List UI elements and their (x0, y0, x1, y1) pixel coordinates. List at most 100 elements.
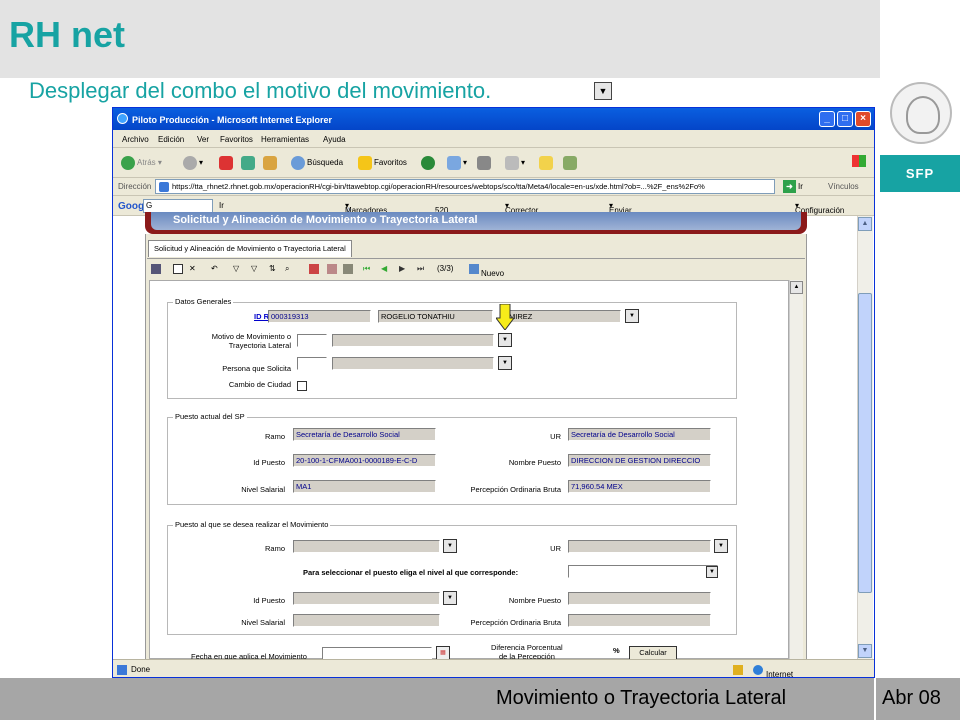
tab-solicitud[interactable]: Solicitud y Alineación de Movimiento o T… (148, 240, 352, 257)
percepcion-actual-field[interactable]: 71,960.54 MEX (568, 480, 711, 493)
spellcheck-button[interactable]: Corrector ortográfico ▾ (505, 201, 543, 224)
filter-clear-icon[interactable]: ▽ (251, 264, 257, 273)
send-to-button[interactable]: Enviar a ▾ (609, 201, 632, 224)
back-button[interactable]: Atrás ▾ (121, 154, 162, 172)
refresh-button[interactable] (241, 154, 257, 172)
menu-archivo[interactable]: Archivo (122, 135, 149, 144)
id-puesto-nuevo-field[interactable] (293, 592, 440, 605)
status-bar: Done Internet (113, 659, 874, 677)
google-go-button[interactable]: Ir (219, 201, 224, 210)
id-puesto-nuevo-dropdown-button[interactable]: ▼ (443, 591, 457, 605)
ramo-nuevo-dropdown-button[interactable]: ▼ (443, 539, 457, 553)
lastname-field[interactable]: AMIREZ (501, 310, 621, 323)
ur-nuevo-dropdown-button[interactable]: ▼ (714, 539, 728, 553)
undo-icon[interactable]: ↶ (211, 264, 218, 273)
address-bar: Dirección https://tta_rhnet2.rhnet.gob.m… (113, 178, 874, 196)
calendar-icon[interactable]: ▦ (436, 646, 450, 660)
slide-footer (0, 678, 960, 720)
last-record-icon[interactable]: ⏭ (417, 264, 424, 274)
name-dropdown-button[interactable]: ▼ (625, 309, 639, 323)
ur-actual-field[interactable]: Secretaría de Desarrollo Social (568, 428, 711, 441)
close-button[interactable]: × (855, 111, 871, 127)
home-button[interactable] (263, 154, 279, 172)
mail-icon (447, 155, 461, 170)
mail-button[interactable]: ▾ (447, 154, 467, 172)
window-titlebar: Piloto Producción - Microsoft Internet E… (113, 108, 874, 130)
favorites-button[interactable]: Favoritos (358, 154, 407, 172)
nivel-actual-field[interactable]: MA1 (293, 480, 436, 493)
minimize-button[interactable]: _ (819, 111, 835, 127)
copy-icon[interactable] (327, 264, 337, 274)
next-record-icon[interactable]: ▶ (399, 264, 405, 273)
calcular-button[interactable]: Calcular (629, 646, 677, 660)
motivo-label-1: Motivo de Movimiento o (211, 332, 291, 341)
ramo-nuevo-field[interactable] (293, 540, 440, 553)
settings-button[interactable]: Configuración ▾ (795, 201, 844, 215)
forward-button[interactable]: ▾ (183, 154, 203, 172)
motivo-description-field[interactable] (332, 334, 494, 347)
history-button[interactable] (421, 154, 437, 172)
messenger-button[interactable] (563, 154, 579, 172)
nivel-actual-label: Nivel Salarial (241, 485, 285, 494)
links-button[interactable]: Vínculos (828, 182, 859, 191)
edit-button[interactable]: ▾ (505, 154, 525, 172)
address-label: Dirección (118, 182, 152, 191)
url-input[interactable]: https://tta_rhnet2.rhnet.gob.mx/operacio… (155, 179, 775, 194)
grid-icon[interactable] (151, 264, 161, 274)
menu-favoritos[interactable]: Favoritos (220, 135, 253, 144)
paste-icon[interactable] (343, 264, 353, 274)
page-scroll-thumb[interactable] (858, 293, 872, 593)
form-scroll-up-arrow[interactable]: ▲ (790, 281, 803, 294)
delete-icon[interactable]: ✕ (189, 264, 196, 273)
find-icon[interactable]: ⌕ (285, 264, 289, 274)
prev-record-icon[interactable]: ◀ (381, 264, 387, 273)
new-doc-icon[interactable] (173, 264, 183, 274)
scroll-up-arrow[interactable]: ▲ (858, 217, 872, 231)
ur-nuevo-field[interactable] (568, 540, 711, 553)
go-label: Ir (798, 182, 803, 191)
id-puesto-actual-field[interactable]: 20-100-1-CFMA001-0000189-E-C-D (293, 454, 436, 467)
motivo-dropdown-button[interactable]: ▼ (498, 333, 512, 347)
footer-title: Movimiento o Trayectoria Lateral (496, 687, 787, 709)
maximize-button[interactable]: □ (837, 111, 853, 127)
nombre-puesto-actual-field[interactable]: DIRECCION DE GESTION DIRECCIO (568, 454, 711, 467)
messenger-icon (563, 155, 577, 170)
percent-symbol: % (613, 646, 620, 655)
percepcion-nuevo-field[interactable] (568, 614, 711, 627)
history-icon (421, 155, 435, 170)
nivel-nuevo-field[interactable] (293, 614, 440, 627)
nivel-select-arrow[interactable]: ▼ (706, 566, 718, 578)
cambio-ciudad-checkbox[interactable] (297, 381, 307, 391)
name-field[interactable]: ROGELIO TONATHIU (378, 310, 493, 323)
nombre-puesto-nuevo-field[interactable] (568, 592, 711, 605)
sort-icon[interactable]: ⇅ (269, 264, 276, 273)
first-record-icon[interactable]: ⏮ (363, 264, 370, 274)
nivel-select[interactable] (568, 565, 718, 578)
slide-header (0, 0, 880, 78)
edit-icon (505, 155, 519, 170)
record-counter: (3/3) (437, 264, 454, 273)
id-rh-field[interactable]: 000319313 (268, 310, 371, 323)
menu-edicion[interactable]: Edición (158, 135, 184, 144)
search-button[interactable]: Búsqueda (291, 154, 343, 172)
filter-icon[interactable]: ▽ (233, 264, 239, 273)
scroll-down-arrow[interactable]: ▼ (858, 644, 872, 658)
new-record-button[interactable]: Nuevo (469, 264, 504, 278)
notes-button[interactable] (539, 154, 555, 172)
menu-herramientas[interactable]: Herramientas (261, 135, 309, 144)
menu-ver[interactable]: Ver (197, 135, 209, 144)
persona-dropdown-button[interactable]: ▼ (498, 356, 512, 370)
menu-ayuda[interactable]: Ayuda (323, 135, 346, 144)
go-button[interactable]: ➜ Ir (783, 180, 803, 193)
persona-name-field[interactable] (332, 357, 494, 370)
stop-button[interactable] (219, 154, 235, 172)
persona-code-input[interactable] (297, 357, 327, 370)
bookmarks-button[interactable]: ☆ Marcadores ▾ (345, 201, 387, 215)
motivo-code-input[interactable] (297, 334, 327, 347)
star-icon (358, 155, 372, 170)
ramo-actual-field[interactable]: Secretaría de Desarrollo Social (293, 428, 436, 441)
form-scrollbar[interactable]: ▲ (789, 280, 803, 659)
export-icon[interactable] (309, 264, 319, 274)
google-search-input[interactable]: G (143, 199, 213, 213)
print-button[interactable] (477, 154, 493, 172)
